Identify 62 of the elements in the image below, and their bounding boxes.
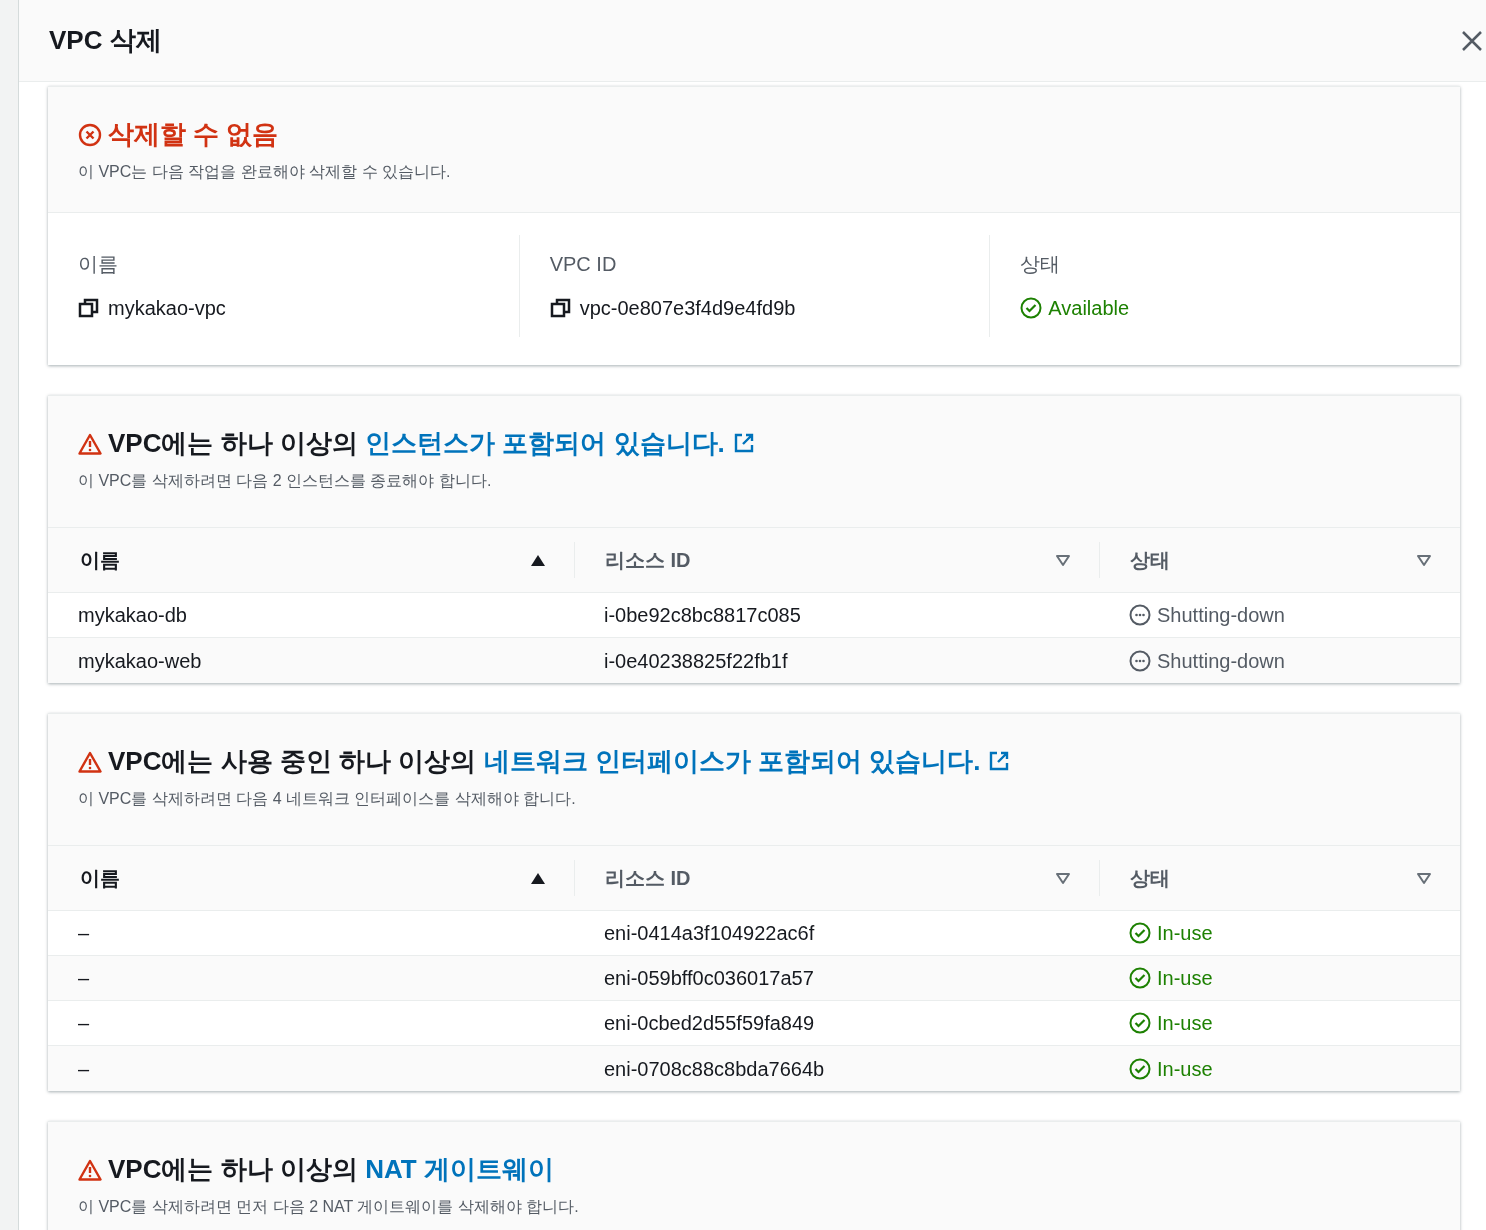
column-header: 상태	[1130, 866, 1170, 891]
pending-circle-icon	[1129, 604, 1151, 626]
column-header: 이름	[80, 866, 120, 891]
warning-icon	[78, 750, 102, 773]
check-circle-icon	[1129, 967, 1151, 989]
column-header: 리소스 ID	[605, 548, 691, 573]
section-description: 이 VPC를 삭제하려면 다음 4 네트워크 인터페이스를 삭제해야 합니다.	[78, 789, 577, 809]
section-heading: VPC에는 사용 중인 하나 이상의 네트워크 인터페이스가 포함되어 있습니다.	[108, 742, 1011, 781]
pending-circle-icon	[1129, 649, 1151, 672]
table-cell-text: eni-0414a3f104922ac6f	[603, 921, 816, 946]
error-icon	[78, 122, 102, 147]
sort-icon[interactable]	[1055, 553, 1071, 567]
copy-icon[interactable]	[549, 297, 572, 319]
sort-icon[interactable]	[1055, 871, 1071, 885]
table-cell-text: –	[77, 1011, 91, 1036]
section-description: 이 VPC를 삭제하려면 다음 2 인스턴스를 종료해야 합니다.	[78, 471, 493, 491]
status-text: In-use	[1157, 966, 1213, 991]
table-cell-text: eni-0cbed2d55f59fa849	[603, 1011, 816, 1036]
status-text: In-use	[1157, 1011, 1213, 1036]
detail-value: vpc-0e807e3f4d9e4fd9b	[579, 296, 796, 321]
table-cell-text: mykakao-db	[77, 603, 188, 628]
resource-link[interactable]: 인스턴스가 포함되어 있습니다.	[365, 428, 755, 458]
sort-icon[interactable]	[1416, 553, 1432, 567]
status-text: In-use	[1157, 921, 1213, 946]
sort-ascending-icon[interactable]	[530, 871, 546, 885]
column-header: 리소스 ID	[605, 866, 691, 891]
error-title: 삭제할 수 없음	[108, 118, 279, 151]
warning-icon	[78, 432, 102, 455]
table-cell-text: –	[77, 966, 91, 991]
table-cell-text: –	[77, 921, 91, 946]
dialog-title: VPC 삭제	[49, 24, 162, 57]
detail-value: mykakao-vpc	[108, 296, 226, 321]
table-cell-text: i-0e40238825f22fb1f	[603, 648, 789, 674]
table-cell-text: –	[77, 1056, 91, 1082]
detail-label: VPC ID	[549, 252, 618, 277]
resource-link[interactable]: NAT 게이트웨이	[365, 1154, 554, 1184]
warning-icon	[78, 1158, 102, 1181]
status-text: Shutting-down	[1157, 603, 1285, 628]
column-header: 이름	[80, 548, 120, 573]
status-text: Shutting-down	[1157, 648, 1285, 674]
section-heading: VPC에는 하나 이상의 NAT 게이트웨이	[108, 1153, 554, 1186]
copy-icon[interactable]	[78, 297, 100, 319]
check-circle-icon	[1129, 1057, 1151, 1080]
check-circle-icon	[1129, 922, 1151, 944]
detail-label: 이름	[78, 252, 119, 277]
sort-icon[interactable]	[1416, 871, 1432, 885]
status-text: Available	[1048, 296, 1130, 321]
status-text: In-use	[1157, 1056, 1213, 1082]
table-cell-text: i-0be92c8bc8817c085	[603, 603, 802, 628]
check-circle-icon	[1020, 297, 1043, 319]
resource-link[interactable]: 네트워크 인터페이스가 포함되어 있습니다.	[483, 746, 1011, 776]
section-heading: VPC에는 하나 이상의 인스턴스가 포함되어 있습니다.	[108, 424, 755, 463]
sort-ascending-icon[interactable]	[530, 553, 546, 567]
detail-label: 상태	[1020, 252, 1062, 277]
table-cell-text: eni-0708c88c8bda7664b	[603, 1056, 826, 1082]
close-button[interactable]	[1460, 28, 1484, 53]
column-header: 상태	[1130, 548, 1170, 573]
check-circle-icon	[1129, 1012, 1151, 1034]
section-description: 이 VPC를 삭제하려면 먼저 다음 2 NAT 게이트웨이를 삭제해야 합니다.	[78, 1197, 580, 1217]
table-cell-text: mykakao-web	[77, 648, 203, 674]
error-description: 이 VPC는 다음 작업을 완료해야 삭제할 수 있습니다.	[78, 162, 452, 182]
table-cell-text: eni-059bff0c036017a57	[603, 966, 815, 991]
